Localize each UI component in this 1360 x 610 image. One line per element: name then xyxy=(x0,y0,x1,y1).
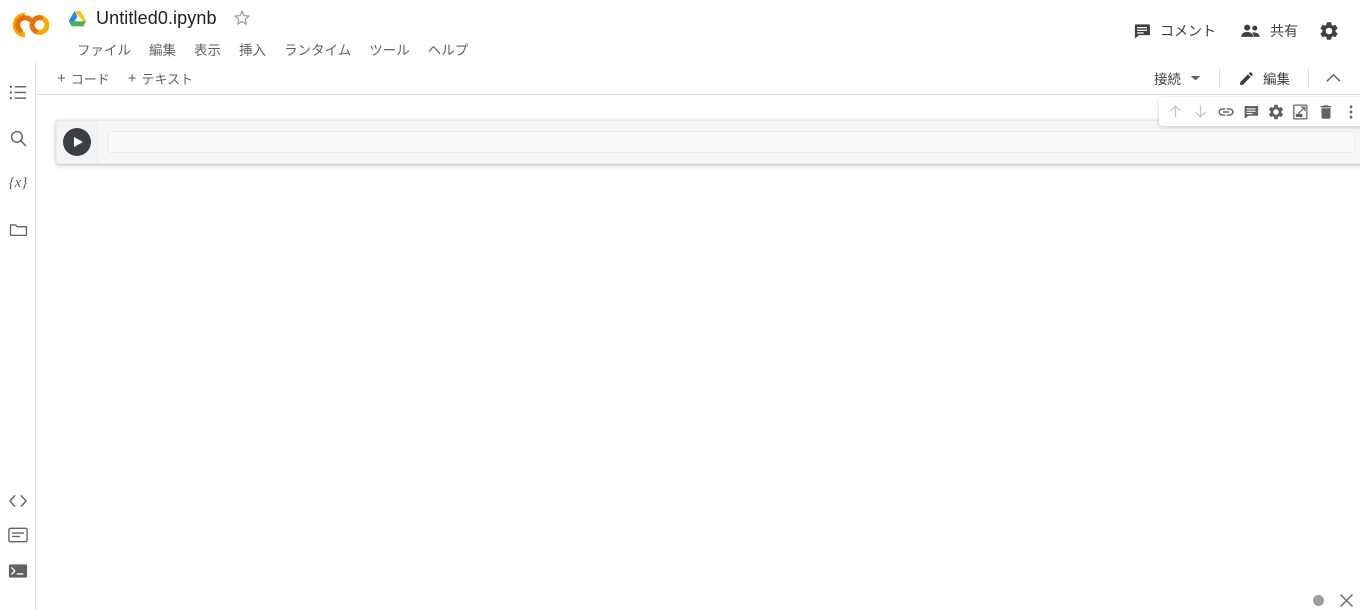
settings-button[interactable] xyxy=(1310,12,1348,50)
code-editor-input[interactable] xyxy=(108,131,1355,153)
menu-item-help[interactable]: ヘルプ xyxy=(419,37,478,61)
plus-icon: + xyxy=(127,69,137,87)
trash-icon xyxy=(1320,104,1331,119)
more-vert-icon xyxy=(1349,105,1352,118)
comment-icon xyxy=(1244,105,1258,119)
menu-item-tools[interactable]: ツール xyxy=(360,37,419,61)
share-button[interactable]: 共有 xyxy=(1228,14,1310,48)
status-bar xyxy=(1313,592,1354,608)
comment-label: コメント xyxy=(1160,23,1216,39)
command-palette-icon xyxy=(8,527,28,543)
mirror-cell-in-tab-button[interactable] xyxy=(1288,99,1313,124)
star-outline-icon[interactable] xyxy=(232,8,252,28)
document-title-row: Untitled0.ipynb xyxy=(68,3,252,33)
sidebar-item-files[interactable] xyxy=(0,211,36,247)
close-icon xyxy=(1339,593,1353,607)
plus-icon: + xyxy=(57,69,66,87)
document-title[interactable]: Untitled0.ipynb xyxy=(96,8,217,29)
variables-icon: {x} xyxy=(8,174,28,191)
play-icon xyxy=(74,137,83,147)
sidebar-item-command-palette[interactable] xyxy=(0,517,36,553)
more-cell-actions-button[interactable] xyxy=(1338,99,1360,124)
connect-label: 接続 xyxy=(1154,72,1181,87)
colab-app: Untitled0.ipynb ファイル 編集 表示 挿入 ランタイム ツール … xyxy=(0,0,1360,610)
edit-mode-button[interactable]: 編集 xyxy=(1228,64,1300,92)
sidebar-item-terminal[interactable] xyxy=(0,553,36,589)
notebook-cell-wrapper xyxy=(56,97,1360,164)
gear-icon xyxy=(1268,104,1283,119)
people-icon xyxy=(1241,24,1260,37)
arrow-down-icon xyxy=(1195,105,1206,118)
cell-action-toolbar xyxy=(1159,97,1360,126)
sidebar-item-variables[interactable]: {x} xyxy=(0,165,36,201)
link-to-cell-button[interactable] xyxy=(1213,99,1238,124)
comment-icon xyxy=(1134,24,1150,39)
toolbar-divider-2 xyxy=(1308,68,1309,88)
add-code-cell-button[interactable]: + コード xyxy=(50,66,117,91)
toolbar-left-group: + コード + テキスト xyxy=(36,66,200,91)
colab-logo[interactable] xyxy=(12,12,52,38)
run-cell-button[interactable] xyxy=(63,128,91,156)
google-drive-icon xyxy=(68,10,87,26)
cell-settings-button[interactable] xyxy=(1263,99,1288,124)
move-cell-up-button[interactable] xyxy=(1163,99,1188,124)
toolbar-right-group: 接続 編集 xyxy=(1144,64,1360,92)
collapse-header-button[interactable] xyxy=(1317,68,1350,88)
move-cell-down-button[interactable] xyxy=(1188,99,1213,124)
cell-editor-area xyxy=(98,121,1360,163)
cell-gutter xyxy=(57,121,98,163)
add-text-label: テキスト xyxy=(141,71,194,87)
code-brackets-icon xyxy=(9,495,27,508)
sidebar-item-table-of-contents[interactable] xyxy=(0,74,36,110)
terminal-icon xyxy=(8,564,28,578)
search-icon xyxy=(10,130,26,146)
app-header: Untitled0.ipynb ファイル 編集 表示 挿入 ランタイム ツール … xyxy=(0,0,1360,62)
notebook-toolbar: + コード + テキスト 接続 編集 xyxy=(36,62,1360,95)
menu-item-file[interactable]: ファイル xyxy=(68,37,140,61)
toolbar-divider-1 xyxy=(1219,68,1220,88)
connect-button[interactable]: 接続 xyxy=(1144,64,1211,92)
menu-item-view[interactable]: 表示 xyxy=(185,37,230,61)
notebook-content xyxy=(36,96,1360,610)
menu-item-runtime[interactable]: ランタイム xyxy=(275,37,360,61)
chevron-down-icon xyxy=(1190,75,1201,80)
share-label: 共有 xyxy=(1270,23,1298,39)
delete-cell-button[interactable] xyxy=(1313,99,1338,124)
sidebar-item-search[interactable] xyxy=(0,120,36,156)
menu-item-edit[interactable]: 編集 xyxy=(140,37,185,61)
status-close-button[interactable] xyxy=(1338,592,1354,608)
sidebar-item-code-snippets[interactable] xyxy=(0,483,36,519)
header-actions: コメント 共有 xyxy=(1120,12,1348,50)
folder-icon xyxy=(9,223,27,236)
add-cell-comment-button[interactable] xyxy=(1238,99,1263,124)
left-sidebar: {x} xyxy=(0,62,36,610)
edit-label: 編集 xyxy=(1263,72,1290,87)
link-icon xyxy=(1218,107,1233,116)
add-text-cell-button[interactable]: + テキスト xyxy=(121,66,200,91)
pencil-icon xyxy=(1240,71,1253,85)
open-in-new-icon xyxy=(1292,104,1308,119)
status-dot xyxy=(1313,594,1324,606)
chevron-up-icon xyxy=(1326,73,1341,82)
menu-item-insert[interactable]: 挿入 xyxy=(230,37,275,61)
list-icon xyxy=(9,85,26,99)
code-cell xyxy=(56,120,1360,164)
add-code-label: コード xyxy=(70,71,110,87)
arrow-up-icon xyxy=(1170,105,1181,118)
comment-button[interactable]: コメント xyxy=(1120,14,1228,48)
gear-icon xyxy=(1320,22,1338,40)
menu-bar: ファイル 編集 表示 挿入 ランタイム ツール ヘルプ xyxy=(68,37,477,61)
